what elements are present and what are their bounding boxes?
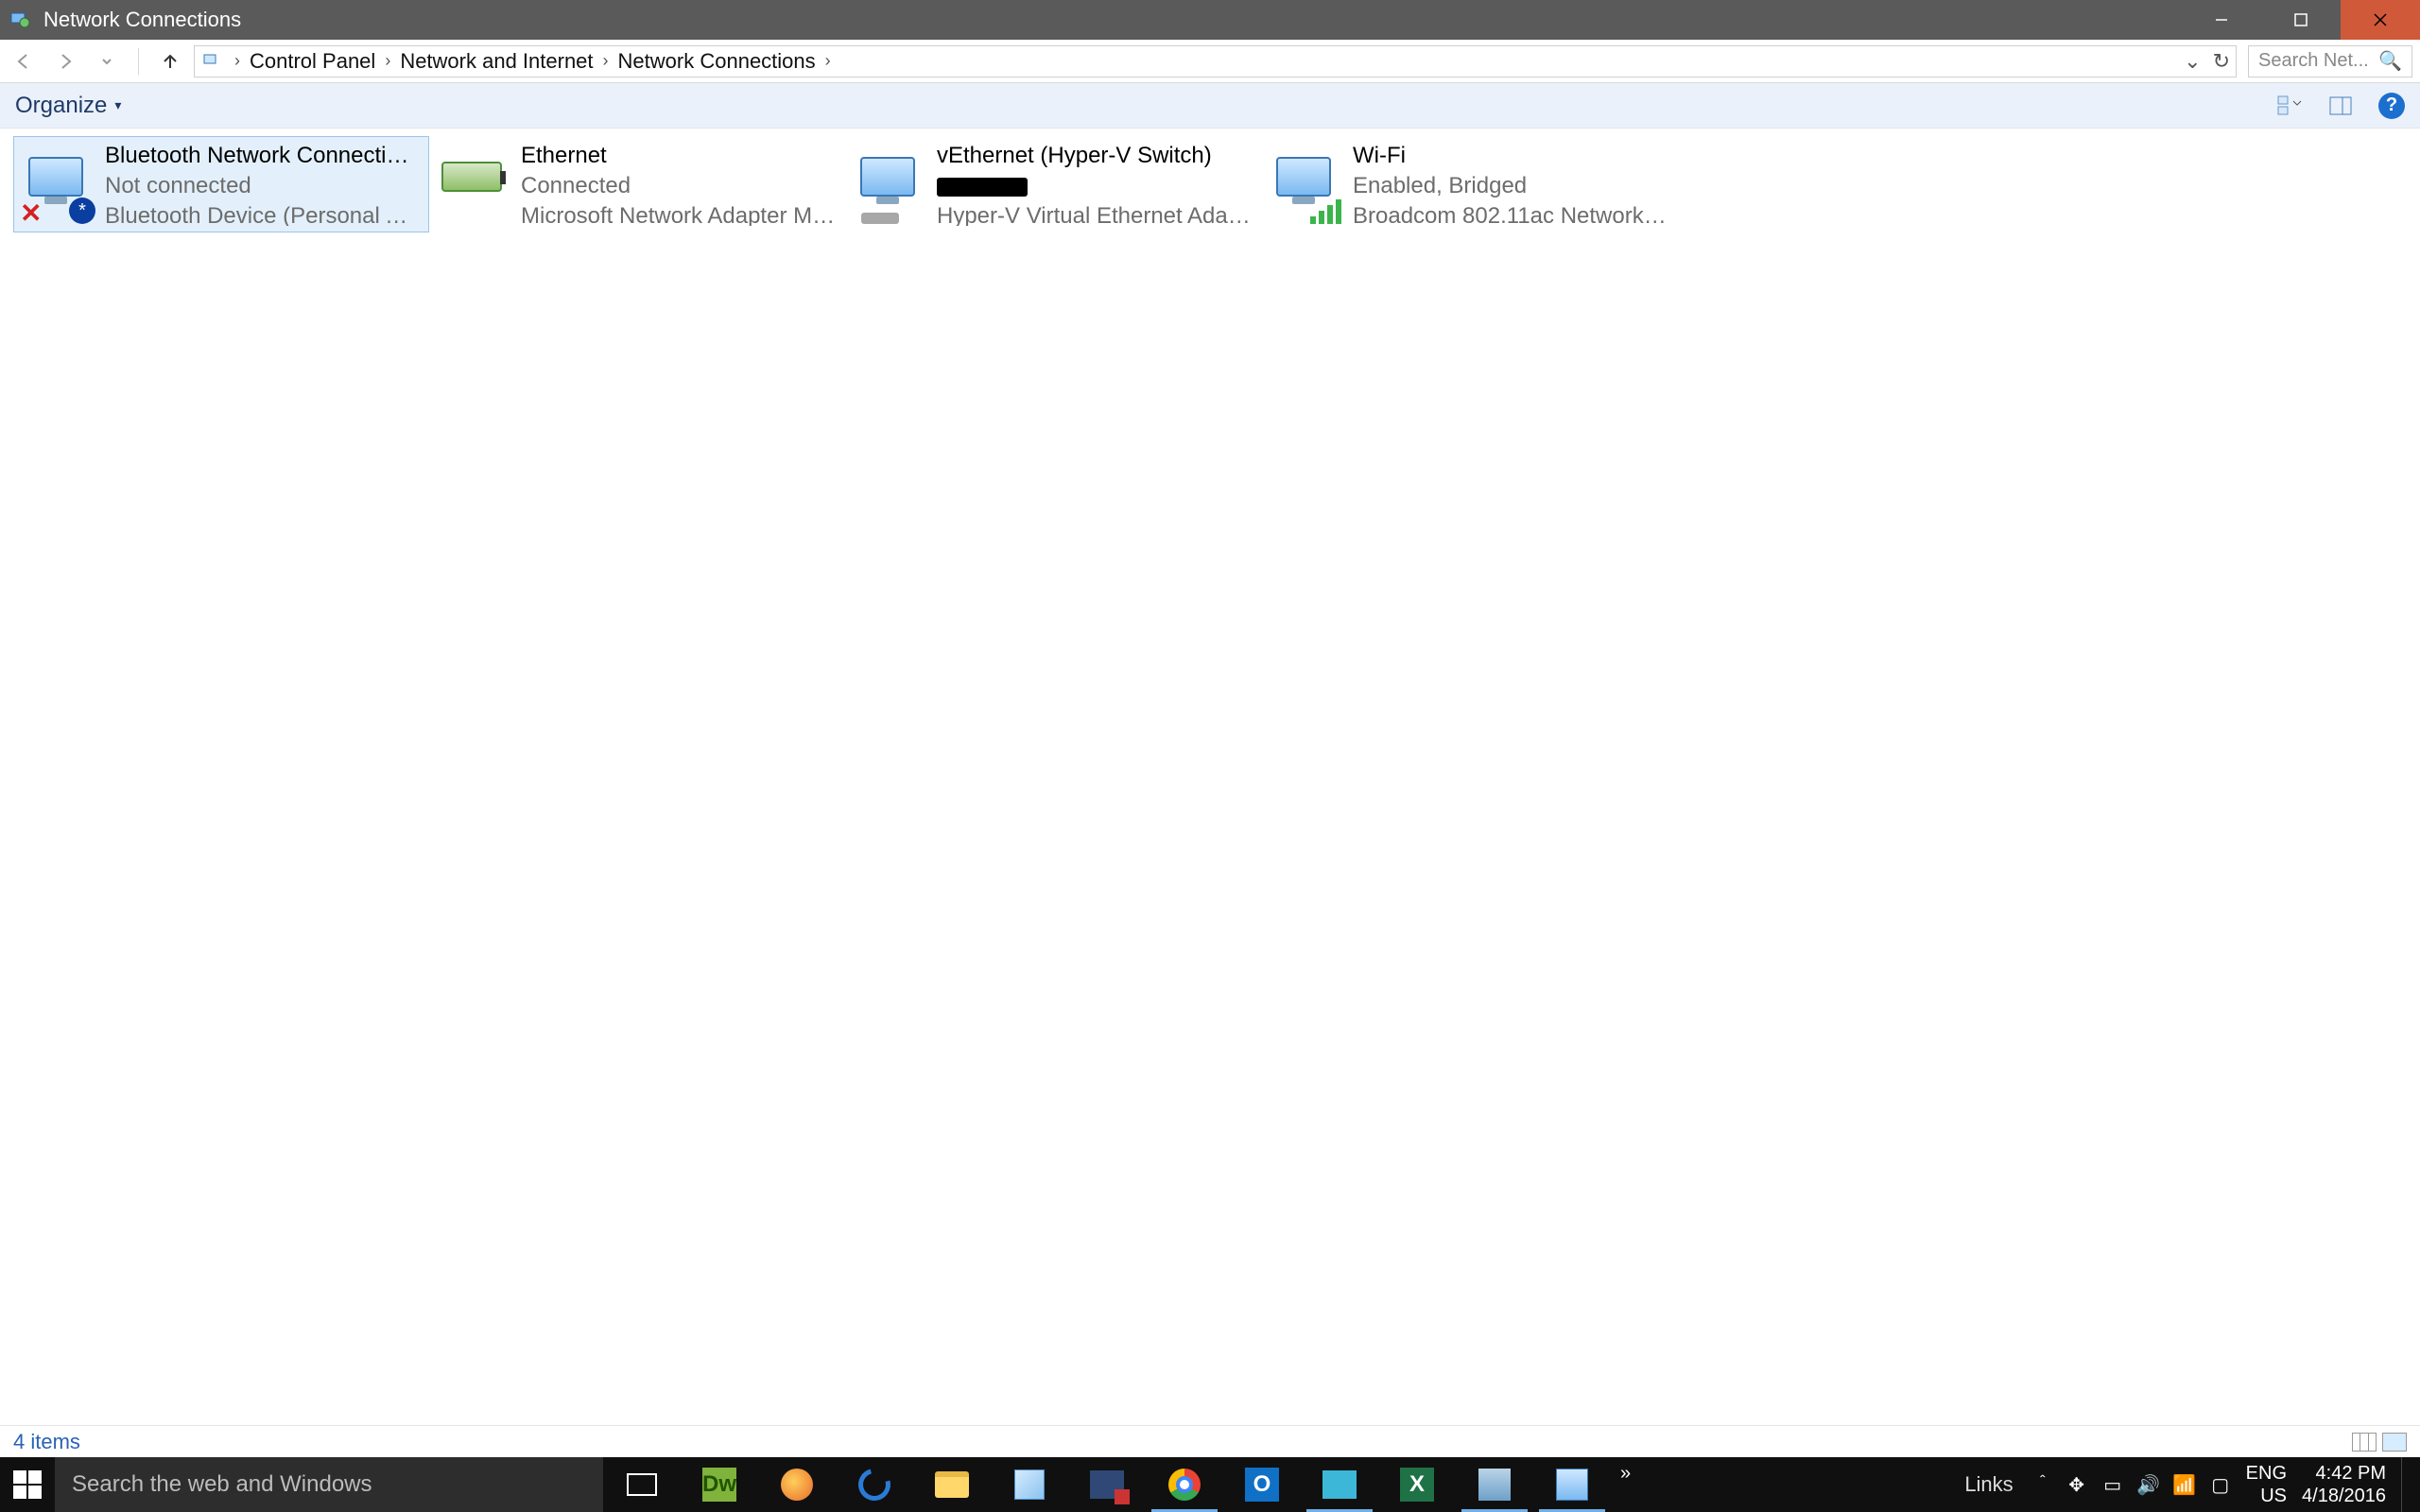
- preview-pane-button[interactable]: [2327, 93, 2354, 119]
- connection-status: Not connected: [105, 173, 421, 199]
- chevron-right-icon[interactable]: ›: [820, 51, 837, 71]
- taskbar-app-network[interactable]: [1533, 1457, 1611, 1512]
- tray-volume-icon[interactable]: 🔊: [2138, 1474, 2159, 1495]
- connection-status: Connected: [521, 173, 837, 199]
- address-bar[interactable]: › Control Panel › Network and Internet ›…: [194, 45, 2237, 77]
- minimize-button[interactable]: [2182, 0, 2261, 40]
- tray-language[interactable]: ENG US: [2246, 1462, 2287, 1507]
- search-placeholder: Search Net...: [2258, 50, 2369, 72]
- organize-label: Organize: [15, 93, 107, 119]
- close-button[interactable]: [2341, 0, 2420, 40]
- tiles-view-button[interactable]: [2382, 1433, 2407, 1452]
- command-bar: Organize ▾ ?: [0, 83, 2420, 129]
- window-title: Network Connections: [43, 8, 2182, 32]
- taskbar-app-servermgr[interactable]: [1456, 1457, 1533, 1512]
- wifi-connection-icon: [1270, 143, 1338, 211]
- connection-item[interactable]: Ethernet Connected Microsoft Network Adapt…: [429, 136, 845, 232]
- taskbar-app-outlook[interactable]: O: [1223, 1457, 1301, 1512]
- connection-description: Bluetooth Device (Personal Area ...: [105, 203, 421, 226]
- taskbar-app-explorer[interactable]: [913, 1457, 991, 1512]
- connection-description: Microsoft Network Adapter Multi...: [521, 203, 837, 226]
- up-button[interactable]: [158, 49, 182, 74]
- chevron-right-icon[interactable]: ›: [379, 51, 396, 71]
- breadcrumb-segment[interactable]: Control Panel: [246, 49, 379, 74]
- taskbar: Search the web and Windows Dw O X » Link…: [0, 1457, 2420, 1512]
- tray-overflow-button[interactable]: ＾: [2034, 1472, 2051, 1497]
- tray-action-center-icon[interactable]: ▢: [2210, 1474, 2231, 1495]
- taskbar-app-edge[interactable]: [836, 1457, 913, 1512]
- title-bar: Network Connections: [0, 0, 2420, 40]
- breadcrumb-segment[interactable]: Network Connections: [614, 49, 820, 74]
- connection-status: Enabled, Bridged: [1353, 173, 1668, 199]
- tray-battery-icon[interactable]: ▭: [2102, 1474, 2123, 1495]
- search-input[interactable]: Search Net... 🔍: [2248, 45, 2412, 77]
- dropdown-icon: ▾: [114, 97, 121, 113]
- connection-name: vEthernet (Hyper-V Switch): [937, 143, 1253, 169]
- tray-sync-icon[interactable]: ✥: [2066, 1474, 2087, 1495]
- taskbar-app-chrome[interactable]: [1146, 1457, 1223, 1512]
- taskbar-app-3d[interactable]: [991, 1457, 1068, 1512]
- connection-name: Wi-Fi: [1353, 143, 1668, 169]
- content-area[interactable]: ✕* Bluetooth Network Connection 2 Not conn…: [0, 129, 2420, 1425]
- links-toolbar[interactable]: Links: [1964, 1472, 2013, 1497]
- window-icon: [6, 6, 34, 34]
- taskbar-overflow-icon[interactable]: »: [1611, 1463, 1640, 1485]
- taskbar-app-photos[interactable]: [1301, 1457, 1378, 1512]
- forward-button[interactable]: [53, 49, 78, 74]
- item-count: 4 items: [13, 1430, 80, 1454]
- connection-item[interactable]: ✕* Bluetooth Network Connection 2 Not conn…: [13, 136, 429, 232]
- chevron-right-icon[interactable]: ›: [229, 51, 246, 71]
- address-dropdown-icon[interactable]: ⌄: [2184, 49, 2201, 74]
- recent-dropdown[interactable]: [95, 49, 119, 74]
- bluetooth-connection-icon: ✕*: [22, 143, 90, 211]
- start-button[interactable]: [0, 1457, 55, 1512]
- search-icon: 🔍: [2378, 49, 2402, 73]
- chevron-right-icon[interactable]: ›: [597, 51, 614, 71]
- connection-description: Hyper-V Virtual Ethernet Adapter: [937, 203, 1253, 226]
- breadcrumb-segment[interactable]: Network and Internet: [396, 49, 596, 74]
- taskbar-app-excel[interactable]: X: [1378, 1457, 1456, 1512]
- tray-wifi-icon[interactable]: 📶: [2174, 1474, 2195, 1495]
- taskbar-app-dreamweaver[interactable]: Dw: [681, 1457, 758, 1512]
- view-options-button[interactable]: [2276, 93, 2303, 119]
- taskbar-app-firefox[interactable]: [758, 1457, 836, 1512]
- taskbar-search-placeholder: Search the web and Windows: [72, 1471, 372, 1498]
- location-icon: [199, 48, 225, 75]
- ethernet-connection-icon: [438, 143, 506, 211]
- back-button[interactable]: [11, 49, 36, 74]
- tray-clock[interactable]: 4:42 PM 4/18/2016: [2302, 1462, 2386, 1507]
- vethernet-connection-icon: [854, 143, 922, 211]
- connection-item[interactable]: vEthernet (Hyper-V Switch) Hyper-V Virtua…: [845, 136, 1261, 232]
- organize-menu[interactable]: Organize ▾: [15, 93, 121, 119]
- taskbar-app-snip[interactable]: [1068, 1457, 1146, 1512]
- taskbar-search[interactable]: Search the web and Windows: [55, 1457, 603, 1512]
- connection-name: Ethernet: [521, 143, 837, 169]
- connection-status: [937, 173, 1253, 199]
- refresh-button[interactable]: ↻: [2213, 49, 2230, 74]
- maximize-button[interactable]: [2261, 0, 2341, 40]
- navigation-bar: › Control Panel › Network and Internet ›…: [0, 40, 2420, 83]
- task-view-button[interactable]: [603, 1457, 681, 1512]
- connection-name: Bluetooth Network Connection 2: [105, 143, 421, 169]
- show-desktop-button[interactable]: [2401, 1457, 2412, 1512]
- details-view-button[interactable]: [2352, 1433, 2377, 1452]
- help-button[interactable]: ?: [2378, 93, 2405, 119]
- connection-item[interactable]: Wi-Fi Enabled, Bridged Broadcom 802.11ac N…: [1261, 136, 1677, 232]
- connection-description: Broadcom 802.11ac Network Ada...: [1353, 203, 1668, 226]
- status-bar: 4 items: [0, 1425, 2420, 1457]
